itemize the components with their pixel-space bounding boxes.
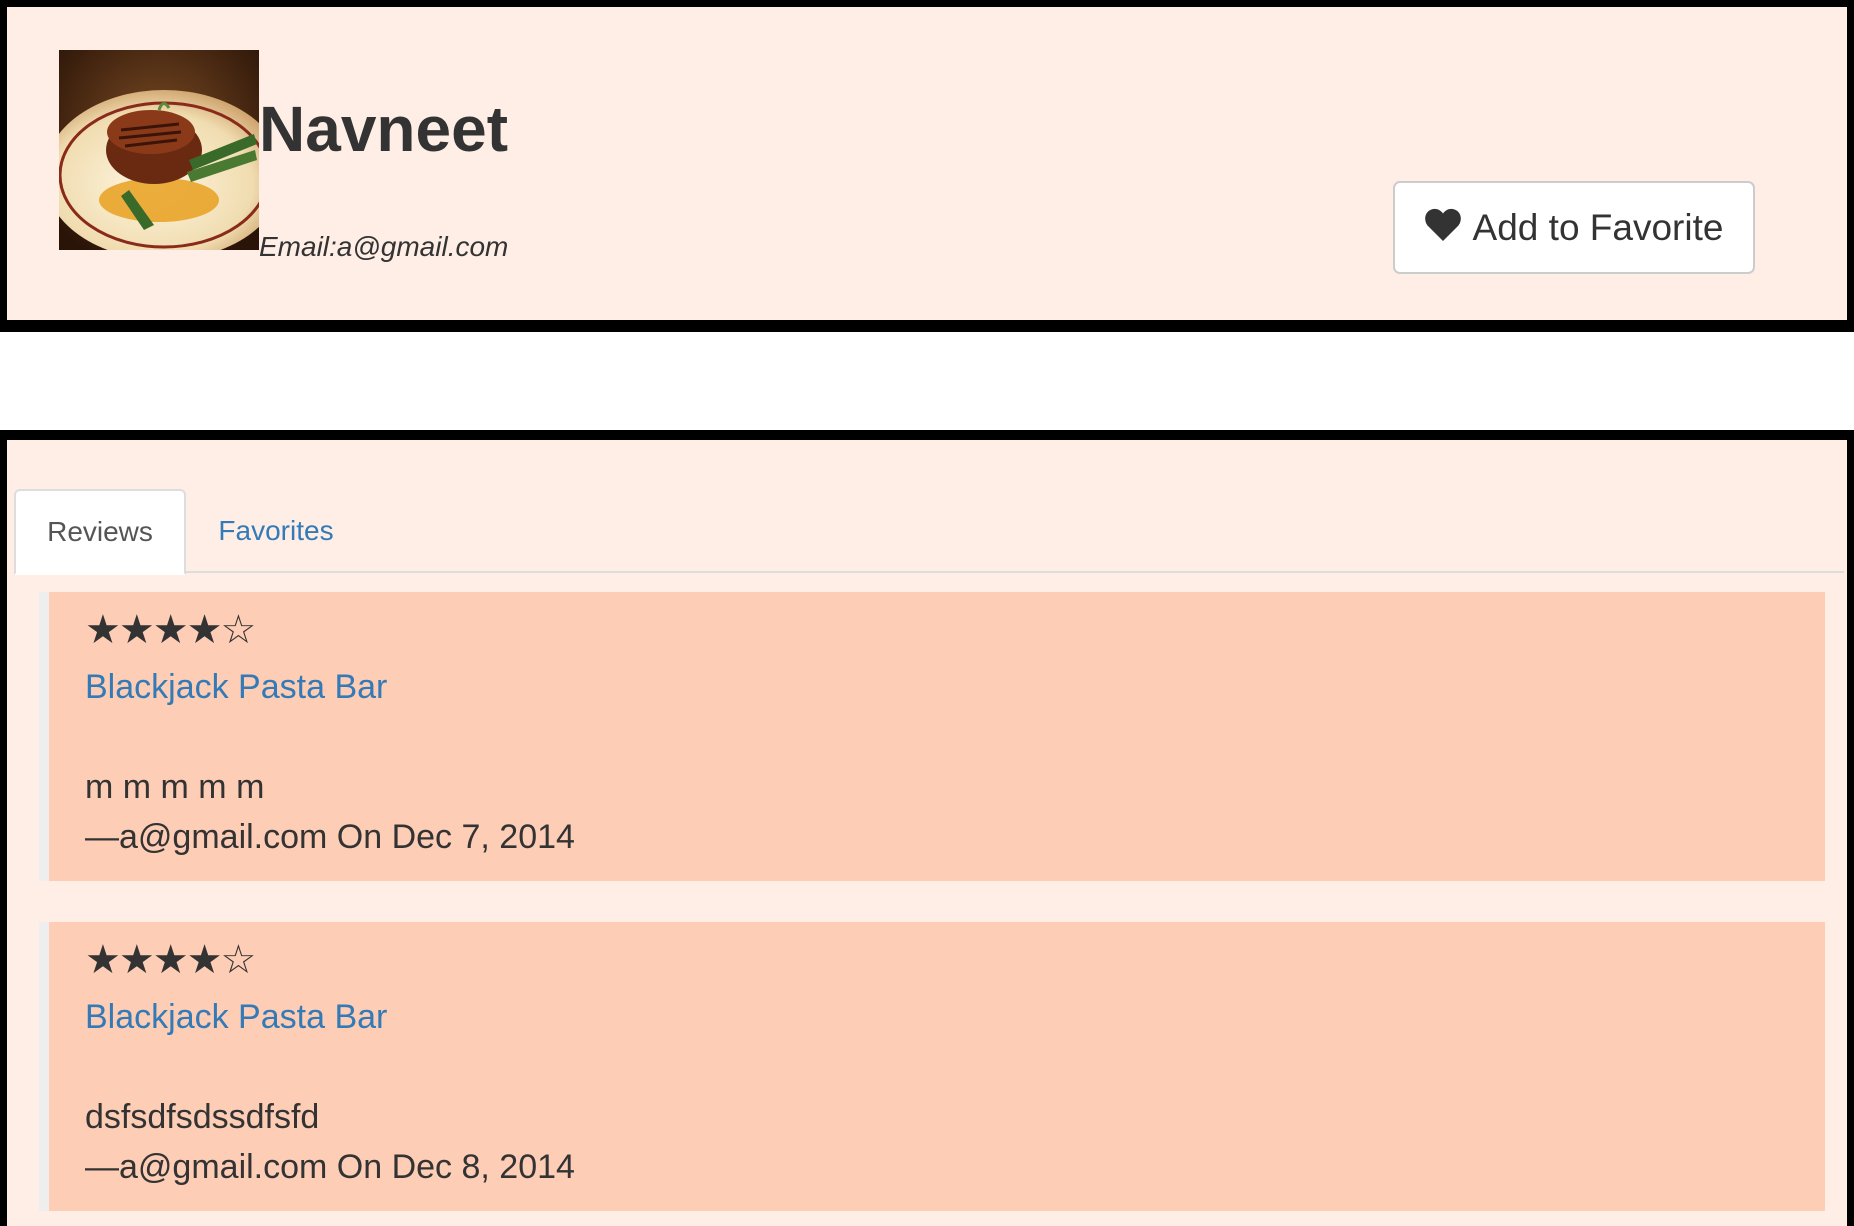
review-footer: —a@gmail.com On Dec 7, 2014 — [85, 818, 575, 856]
restaurant-link[interactable]: Blackjack Pasta Bar — [85, 998, 387, 1037]
add-to-favorite-button[interactable]: Add to Favorite — [1393, 181, 1755, 274]
tab-reviews[interactable]: Reviews — [14, 489, 186, 575]
star-rating: ★★★★☆ — [85, 608, 256, 652]
profile-email: Email:a@gmail.com — [259, 231, 509, 262]
review-card: ★★★★☆ Blackjack Pasta Bar dsfsdfsdssdfsf… — [39, 922, 1825, 1211]
add-to-favorite-label: Add to Favorite — [1472, 206, 1724, 248]
review-card: ★★★★☆ Blackjack Pasta Bar m m m m m —a@g… — [39, 592, 1825, 881]
reviews-panel: Reviews Favorites ★★★★☆ Blackjack Pasta … — [0, 430, 1854, 1226]
steak-dish-photo — [59, 50, 259, 250]
tab-favorites[interactable]: Favorites — [196, 489, 356, 573]
review-footer: —a@gmail.com On Dec 8, 2014 — [85, 1148, 575, 1186]
profile-panel: Navneet Email:a@gmail.com Add to Favorit… — [0, 0, 1854, 332]
star-rating: ★★★★☆ — [85, 938, 256, 982]
review-text: dsfsdfsdssdfsfd — [85, 1098, 320, 1136]
review-text: m m m m m — [85, 768, 265, 806]
tab-bar: Reviews Favorites — [14, 489, 1844, 575]
restaurant-link[interactable]: Blackjack Pasta Bar — [85, 668, 387, 707]
profile-photo — [59, 50, 259, 250]
profile-name: Navneet — [259, 93, 508, 165]
heart-icon — [1424, 208, 1461, 242]
